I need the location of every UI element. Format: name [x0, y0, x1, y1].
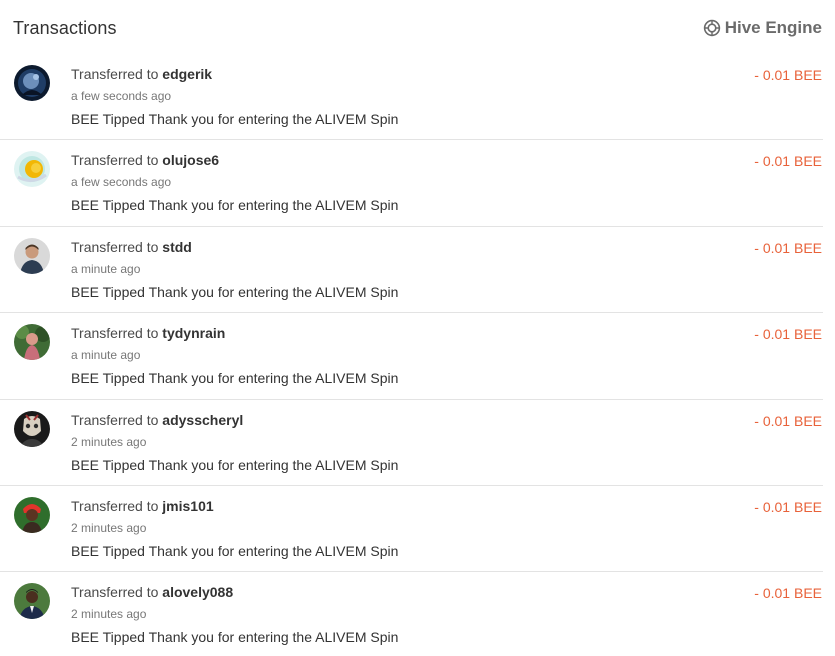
memo-text: BEE Tipped Thank you for entering the AL… — [71, 283, 399, 300]
avatar[interactable] — [14, 583, 50, 620]
recipient-link[interactable]: olujose6 — [162, 152, 219, 168]
transaction-row: Transferred to adysscheryl 2 minutes ago… — [0, 400, 835, 486]
recipient-link[interactable]: alovely088 — [162, 584, 233, 600]
timestamp: a few seconds ago — [71, 89, 172, 103]
avatar[interactable] — [14, 496, 50, 533]
transfer-prefix: Transferred to — [71, 66, 159, 82]
transfer-prefix: Transferred to — [71, 497, 159, 514]
memo-text: BEE Tipped Thank you for entering the AL… — [71, 111, 399, 127]
memo-text: BEE Tipped Thank you for entering the AL… — [71, 197, 399, 214]
hive-engine-label: Hive Engine — [724, 18, 822, 37]
transfer-prefix: Transferred to — [71, 325, 159, 342]
transactions-panel: Transactions Hive Engine Transferred to … — [0, 0, 835, 656]
panel-title: Transactions — [13, 18, 117, 38]
transfer-prefix: Transferred to — [71, 584, 159, 601]
recipient-link[interactable]: edgerik — [162, 66, 212, 82]
timestamp: 2 minutes ago — [71, 434, 147, 449]
transaction-row: Transferred to stdd a minute ago BEE Tip… — [0, 227, 835, 314]
amount: - 0.01 BEE — [754, 412, 822, 429]
transaction-row: Transferred to olujose6 a few seconds ag… — [0, 140, 835, 227]
transfer-description: Transferred to edgerik — [71, 66, 212, 82]
hive-engine-icon — [703, 19, 720, 37]
memo-text: BEE Tipped Thank you for entering the AL… — [71, 542, 399, 559]
hive-engine-badge[interactable]: Hive Engine — [703, 17, 822, 39]
transfer-description: Transferred to olujose6 — [71, 152, 219, 168]
timestamp: a few seconds ago — [71, 175, 172, 190]
amount: - 0.01 BEE — [754, 67, 822, 83]
transfer-description: Transferred to stdd — [71, 239, 192, 255]
transfer-prefix: Transferred to — [71, 411, 159, 428]
memo-text: BEE Tipped Thank you for entering the AL… — [71, 629, 399, 646]
transaction-row: Transferred to alovely088 2 minutes ago … — [0, 572, 835, 656]
recipient-link[interactable]: stdd — [162, 239, 192, 255]
transaction-row: Transferred to jmis101 2 minutes ago BEE… — [0, 486, 835, 573]
avatar[interactable] — [14, 237, 50, 274]
transaction-list: Transferred to edgerik a few seconds ago… — [0, 54, 835, 656]
recipient-link[interactable]: jmis101 — [162, 498, 213, 514]
timestamp: a minute ago — [71, 348, 141, 363]
timestamp: 2 minutes ago — [71, 520, 147, 535]
recipient-link[interactable]: tydynrain — [162, 325, 225, 341]
transfer-description: Transferred to tydynrain — [71, 325, 225, 341]
transfer-prefix: Transferred to — [71, 152, 159, 169]
amount: - 0.01 BEE — [754, 498, 822, 515]
transfer-prefix: Transferred to — [71, 238, 159, 255]
amount: - 0.01 BEE — [754, 326, 822, 343]
transfer-description: Transferred to alovely088 — [71, 584, 233, 600]
timestamp: a minute ago — [71, 261, 141, 276]
timestamp: 2 minutes ago — [71, 607, 147, 622]
memo-text: BEE Tipped Thank you for entering the AL… — [71, 370, 399, 387]
panel-header: Transactions Hive Engine — [0, 0, 835, 56]
transfer-description: Transferred to jmis101 — [71, 498, 214, 514]
avatar[interactable] — [14, 65, 50, 101]
avatar[interactable] — [14, 151, 50, 188]
transaction-row: Transferred to edgerik a few seconds ago… — [0, 54, 835, 141]
amount: - 0.01 BEE — [754, 153, 822, 170]
amount: - 0.01 BEE — [754, 585, 822, 602]
transaction-row: Transferred to tydynrain a minute ago BE… — [0, 313, 835, 400]
avatar[interactable] — [14, 324, 50, 361]
memo-text: BEE Tipped Thank you for entering the AL… — [71, 456, 399, 473]
amount: - 0.01 BEE — [754, 239, 822, 256]
recipient-link[interactable]: adysscheryl — [162, 412, 243, 428]
transfer-description: Transferred to adysscheryl — [71, 412, 243, 428]
avatar[interactable] — [14, 410, 50, 447]
